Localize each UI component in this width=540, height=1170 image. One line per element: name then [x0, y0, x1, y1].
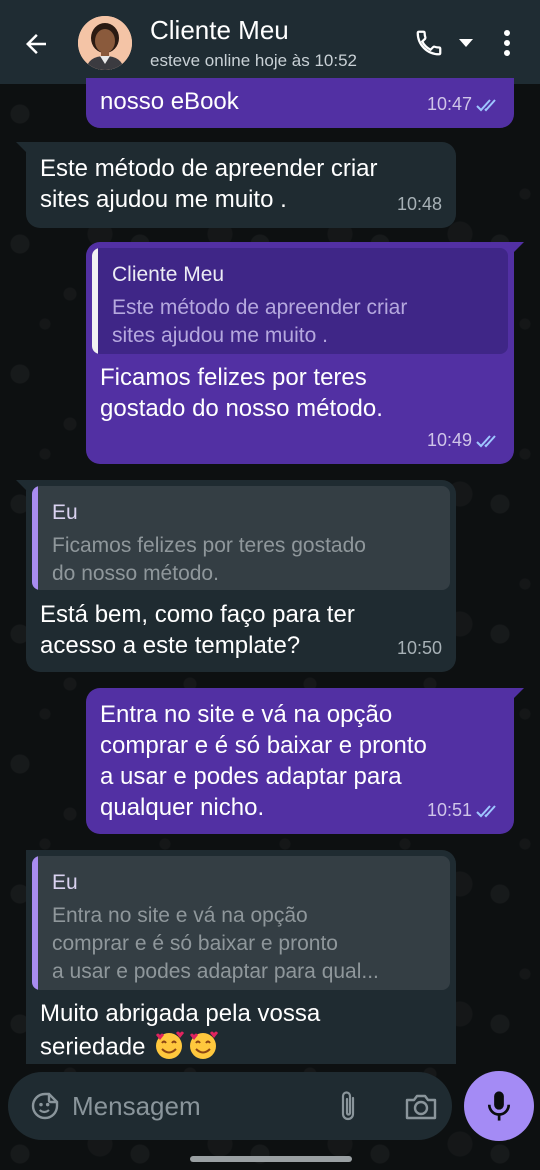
message-text: Está bem, como faço para ter acesso a es…	[40, 601, 355, 659]
message-input[interactable]	[72, 1086, 312, 1126]
message-incoming[interactable]: Eu Ficamos felizes por teres gostado do …	[16, 480, 456, 672]
camera-icon	[405, 1094, 437, 1120]
more-options-button[interactable]	[494, 24, 520, 62]
message-outgoing[interactable]: Cliente Meu Este método de apreender cri…	[86, 242, 524, 464]
bubble-tail	[16, 142, 28, 154]
message-text: Este método de apreender criar sites aju…	[40, 155, 378, 213]
smiling-face-with-hearts-icon	[186, 1029, 220, 1064]
double-check-icon	[476, 804, 496, 817]
message-time: 10:49	[426, 430, 472, 450]
quote-author: Eu	[52, 871, 78, 894]
quoted-message[interactable]: Cliente Meu Este método de apreender cri…	[92, 248, 508, 354]
message-outgoing[interactable]: nosso eBook 10:47	[86, 78, 514, 128]
message-meta: 10:50	[397, 633, 442, 664]
message-meta: 10:47	[427, 89, 500, 120]
bubble-tail	[512, 688, 524, 700]
voice-call-button[interactable]	[410, 24, 448, 62]
microphone-icon	[487, 1091, 511, 1121]
quote-bar	[32, 486, 38, 590]
camera-button[interactable]	[402, 1088, 440, 1124]
contact-status: esteve online hoje às 10:52	[150, 51, 357, 70]
quote-bar	[32, 856, 38, 990]
message-time: 10:47	[426, 94, 472, 114]
message-time: 10:50	[396, 638, 442, 658]
message-incoming[interactable]: Eu Entra no site e vá na opção comprar e…	[26, 850, 456, 1064]
message-meta: 10:51	[427, 795, 500, 826]
message-meta: 10:48	[397, 189, 442, 220]
call-options-button[interactable]	[455, 30, 477, 56]
quoted-message[interactable]: Eu Ficamos felizes por teres gostado do …	[32, 486, 450, 590]
message-text: nosso eBook	[100, 88, 239, 115]
bubble-tail	[26, 850, 28, 862]
message-meta: 10:49	[427, 425, 500, 456]
quote-author: Eu	[52, 501, 78, 524]
message-time: 10:51	[426, 800, 472, 820]
quote-text: Este método de apreender criar sites aju…	[112, 296, 408, 347]
quote-text: Ficamos felizes por teres gostado do nos…	[52, 534, 366, 585]
quote-text: Entra no site e vá na opção comprar e é …	[52, 904, 379, 983]
arrow-left-icon	[26, 34, 46, 54]
double-check-icon	[476, 98, 496, 111]
message-composer	[8, 1072, 452, 1140]
paperclip-icon	[341, 1091, 355, 1121]
sticker-emoji-icon	[31, 1092, 59, 1120]
message-time: 10:48	[396, 194, 442, 214]
caret-down-icon	[459, 39, 473, 47]
emoji-button[interactable]	[28, 1089, 62, 1123]
message-outgoing[interactable]: Entra no site e vá na opção comprar e é …	[86, 688, 524, 834]
quoted-message[interactable]: Eu Entra no site e vá na opção comprar e…	[32, 856, 450, 990]
chat-header: Cliente Meu esteve online hoje às 10:52	[0, 0, 540, 84]
quote-bar	[92, 248, 98, 354]
avatar[interactable]	[78, 16, 132, 70]
message-text: Entra no site e vá na opção comprar e é …	[100, 701, 427, 821]
attach-button[interactable]	[332, 1088, 364, 1124]
bubble-tail	[512, 242, 524, 254]
back-button[interactable]	[18, 26, 54, 62]
more-vert-icon	[504, 30, 510, 56]
voice-record-button[interactable]	[464, 1071, 534, 1141]
smiling-face-with-hearts-icon	[152, 1029, 186, 1064]
quote-author: Cliente Meu	[112, 263, 225, 286]
message-incoming[interactable]: Este método de apreender criar sites aju…	[16, 142, 456, 228]
contact-name[interactable]: Cliente Meu	[150, 14, 357, 46]
home-indicator[interactable]	[190, 1156, 352, 1162]
double-check-icon	[476, 434, 496, 447]
bubble-tail	[16, 480, 28, 492]
phone-icon	[416, 30, 442, 56]
message-text: Ficamos felizes por teres gostado do nos…	[100, 364, 383, 422]
